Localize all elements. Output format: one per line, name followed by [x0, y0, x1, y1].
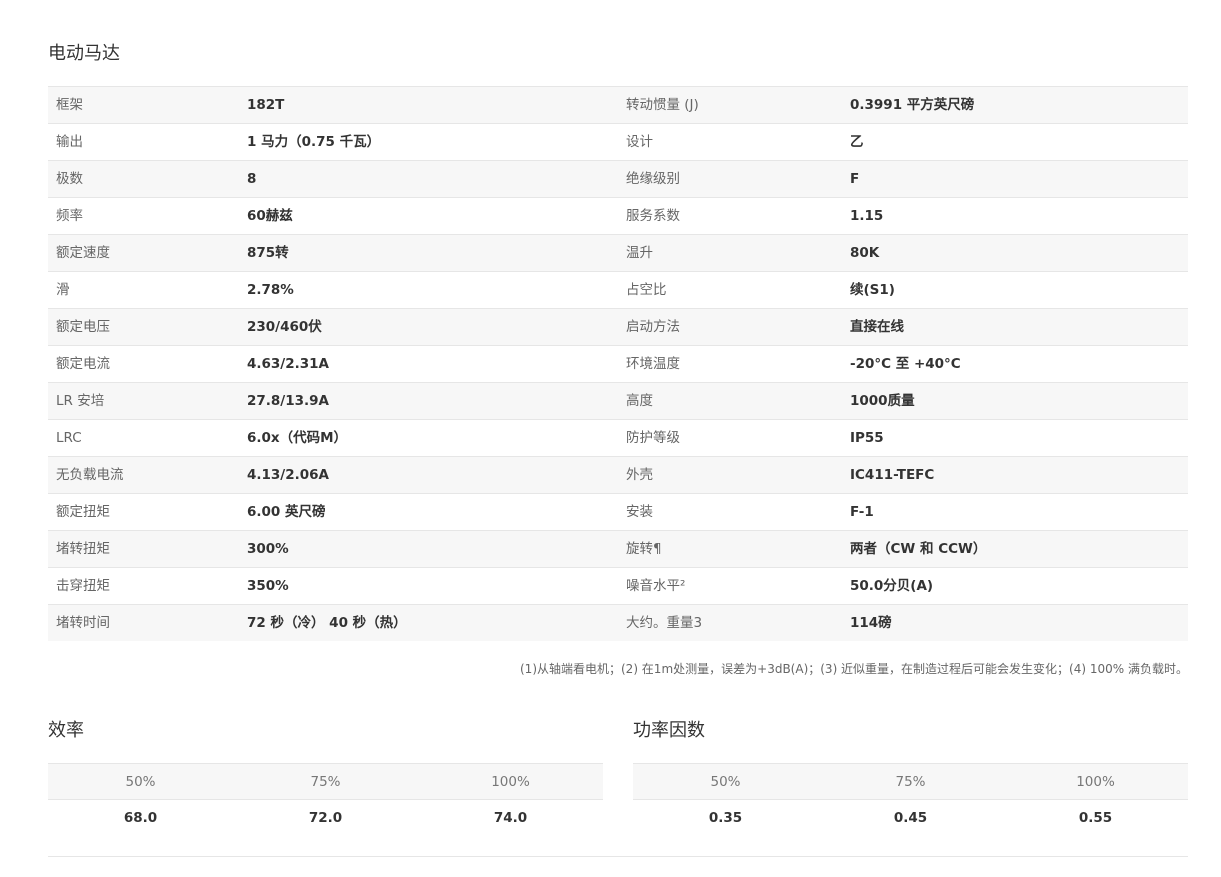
spec-label: 框架: [48, 86, 239, 124]
table-row: 堵转扭矩 300% 旋转¶ 两者（CW 和 CCW）: [48, 530, 1188, 568]
spec-label: 滑: [48, 271, 239, 309]
table-row: 击穿扭矩 350% 噪音水平² 50.0分贝(A): [48, 567, 1188, 605]
spec-value: 50.0分贝(A): [842, 567, 1188, 605]
spec-label: 防护等级: [618, 419, 842, 457]
table-row: 频率 60赫兹 服务系数 1.15: [48, 197, 1188, 235]
spec-label: 占空比: [618, 271, 842, 309]
table-row: LRC 6.0x（代码M） 防护等级 IP55: [48, 419, 1188, 457]
spec-label: 击穿扭矩: [48, 567, 239, 605]
spec-label: 安装: [618, 493, 842, 531]
spec-value: IP55: [842, 419, 1188, 457]
power-factor-table: 50% 75% 100% 0.35 0.45 0.55: [633, 763, 1188, 835]
spec-value: 72 秒（冷） 40 秒（热）: [239, 604, 618, 641]
column-header: 50%: [633, 763, 818, 800]
spec-value: 182T: [239, 86, 618, 124]
divider: [48, 856, 1188, 857]
table-header-row: 50% 75% 100%: [48, 763, 603, 800]
spec-value: 1.15: [842, 197, 1188, 235]
spec-label: 转动惯量 (J): [618, 86, 842, 124]
spec-label: 无负载电流: [48, 456, 239, 494]
efficiency-value: 74.0: [493, 809, 528, 826]
spec-value: 27.8/13.9A: [239, 382, 618, 420]
table-row: 无负载电流 4.13/2.06A 外壳 IC411-TEFC: [48, 456, 1188, 494]
table-row: 极数 8 绝缘级别 F: [48, 160, 1188, 198]
efficiency-value: 72.0: [308, 809, 343, 826]
power-factor-value: 0.55: [1078, 809, 1113, 826]
spec-value: IC411-TEFC: [842, 456, 1188, 494]
footnote: (1)从轴端看电机；(2) 在1m处测量，误差为+3dB(A)；(3) 近似重量…: [520, 662, 1188, 676]
spec-value: 80K: [842, 234, 1188, 272]
specs-table: 框架 182T 转动惯量 (J) 0.3991 平方英尺磅 输出 1 马力（0.…: [48, 86, 1188, 641]
spec-value: 6.0x（代码M）: [239, 419, 618, 457]
spec-value: 0.3991 平方英尺磅: [842, 86, 1188, 124]
spec-value: 230/460伏: [239, 308, 618, 346]
table-header-row: 50% 75% 100%: [633, 763, 1188, 800]
spec-value: 60赫兹: [239, 197, 618, 235]
spec-value: F-1: [842, 493, 1188, 531]
table-row: 堵转时间 72 秒（冷） 40 秒（热） 大约。重量3 114磅: [48, 604, 1188, 641]
spec-value: 1000质量: [842, 382, 1188, 420]
spec-label: 环境温度: [618, 345, 842, 383]
spec-value: 350%: [239, 567, 618, 605]
column-header: 100%: [418, 763, 603, 800]
spec-label: 额定电压: [48, 308, 239, 346]
spec-value: 114磅: [842, 604, 1188, 641]
table-row: 框架 182T 转动惯量 (J) 0.3991 平方英尺磅: [48, 86, 1188, 124]
spec-label: 服务系数: [618, 197, 842, 235]
spec-label: 温升: [618, 234, 842, 272]
efficiency-value: 68.0: [123, 809, 158, 826]
spec-label: 极数: [48, 160, 239, 198]
spec-value: 乙: [842, 123, 1188, 161]
spec-value: 两者（CW 和 CCW）: [842, 530, 1188, 568]
table-row: 额定电压 230/460伏 启动方法 直接在线: [48, 308, 1188, 346]
spec-label: 大约。重量3: [618, 604, 842, 641]
table-row: 额定电流 4.63/2.31A 环境温度 -20°C 至 +40°C: [48, 345, 1188, 383]
spec-label: 绝缘级别: [618, 160, 842, 198]
spec-label: 高度: [618, 382, 842, 420]
spec-label: 设计: [618, 123, 842, 161]
efficiency-title: 效率: [48, 720, 84, 741]
column-header: 100%: [1003, 763, 1188, 800]
spec-value: F: [842, 160, 1188, 198]
power-factor-value: 0.35: [708, 809, 743, 826]
column-header: 50%: [48, 763, 233, 800]
power-factor-value: 0.45: [893, 809, 928, 826]
spec-value: 8: [239, 160, 618, 198]
table-row: 68.0 72.0 74.0: [48, 800, 603, 836]
spec-value: 续(S1): [842, 271, 1188, 309]
table-row: 滑 2.78% 占空比 续(S1): [48, 271, 1188, 309]
column-header: 75%: [233, 763, 418, 800]
table-row: LR 安培 27.8/13.9A 高度 1000质量: [48, 382, 1188, 420]
spec-label: 启动方法: [618, 308, 842, 346]
power-factor-title: 功率因数: [633, 720, 705, 741]
spec-label: 外壳: [618, 456, 842, 494]
spec-value: 6.00 英尺磅: [239, 493, 618, 531]
efficiency-table: 50% 75% 100% 68.0 72.0 74.0: [48, 763, 603, 835]
spec-label: LRC: [48, 419, 239, 457]
spec-label: 噪音水平²: [618, 567, 842, 605]
page-title: 电动马达: [48, 43, 120, 64]
table-row: 额定速度 875转 温升 80K: [48, 234, 1188, 272]
spec-value: 直接在线: [842, 308, 1188, 346]
table-row: 0.35 0.45 0.55: [633, 800, 1188, 836]
spec-label: 输出: [48, 123, 239, 161]
spec-label: 堵转扭矩: [48, 530, 239, 568]
spec-value: 2.78%: [239, 271, 618, 309]
spec-value: 300%: [239, 530, 618, 568]
table-row: 额定扭矩 6.00 英尺磅 安装 F-1: [48, 493, 1188, 531]
spec-value: 4.63/2.31A: [239, 345, 618, 383]
spec-label: 额定扭矩: [48, 493, 239, 531]
table-row: 输出 1 马力（0.75 千瓦） 设计 乙: [48, 123, 1188, 161]
column-header: 75%: [818, 763, 1003, 800]
spec-value: 4.13/2.06A: [239, 456, 618, 494]
spec-label: 额定速度: [48, 234, 239, 272]
spec-label: 旋转¶: [618, 530, 842, 568]
spec-value: 1 马力（0.75 千瓦）: [239, 123, 618, 161]
spec-value: 875转: [239, 234, 618, 272]
spec-label: 堵转时间: [48, 604, 239, 641]
spec-label: LR 安培: [48, 382, 239, 420]
spec-label: 额定电流: [48, 345, 239, 383]
spec-label: 频率: [48, 197, 239, 235]
spec-value: -20°C 至 +40°C: [842, 345, 1188, 383]
